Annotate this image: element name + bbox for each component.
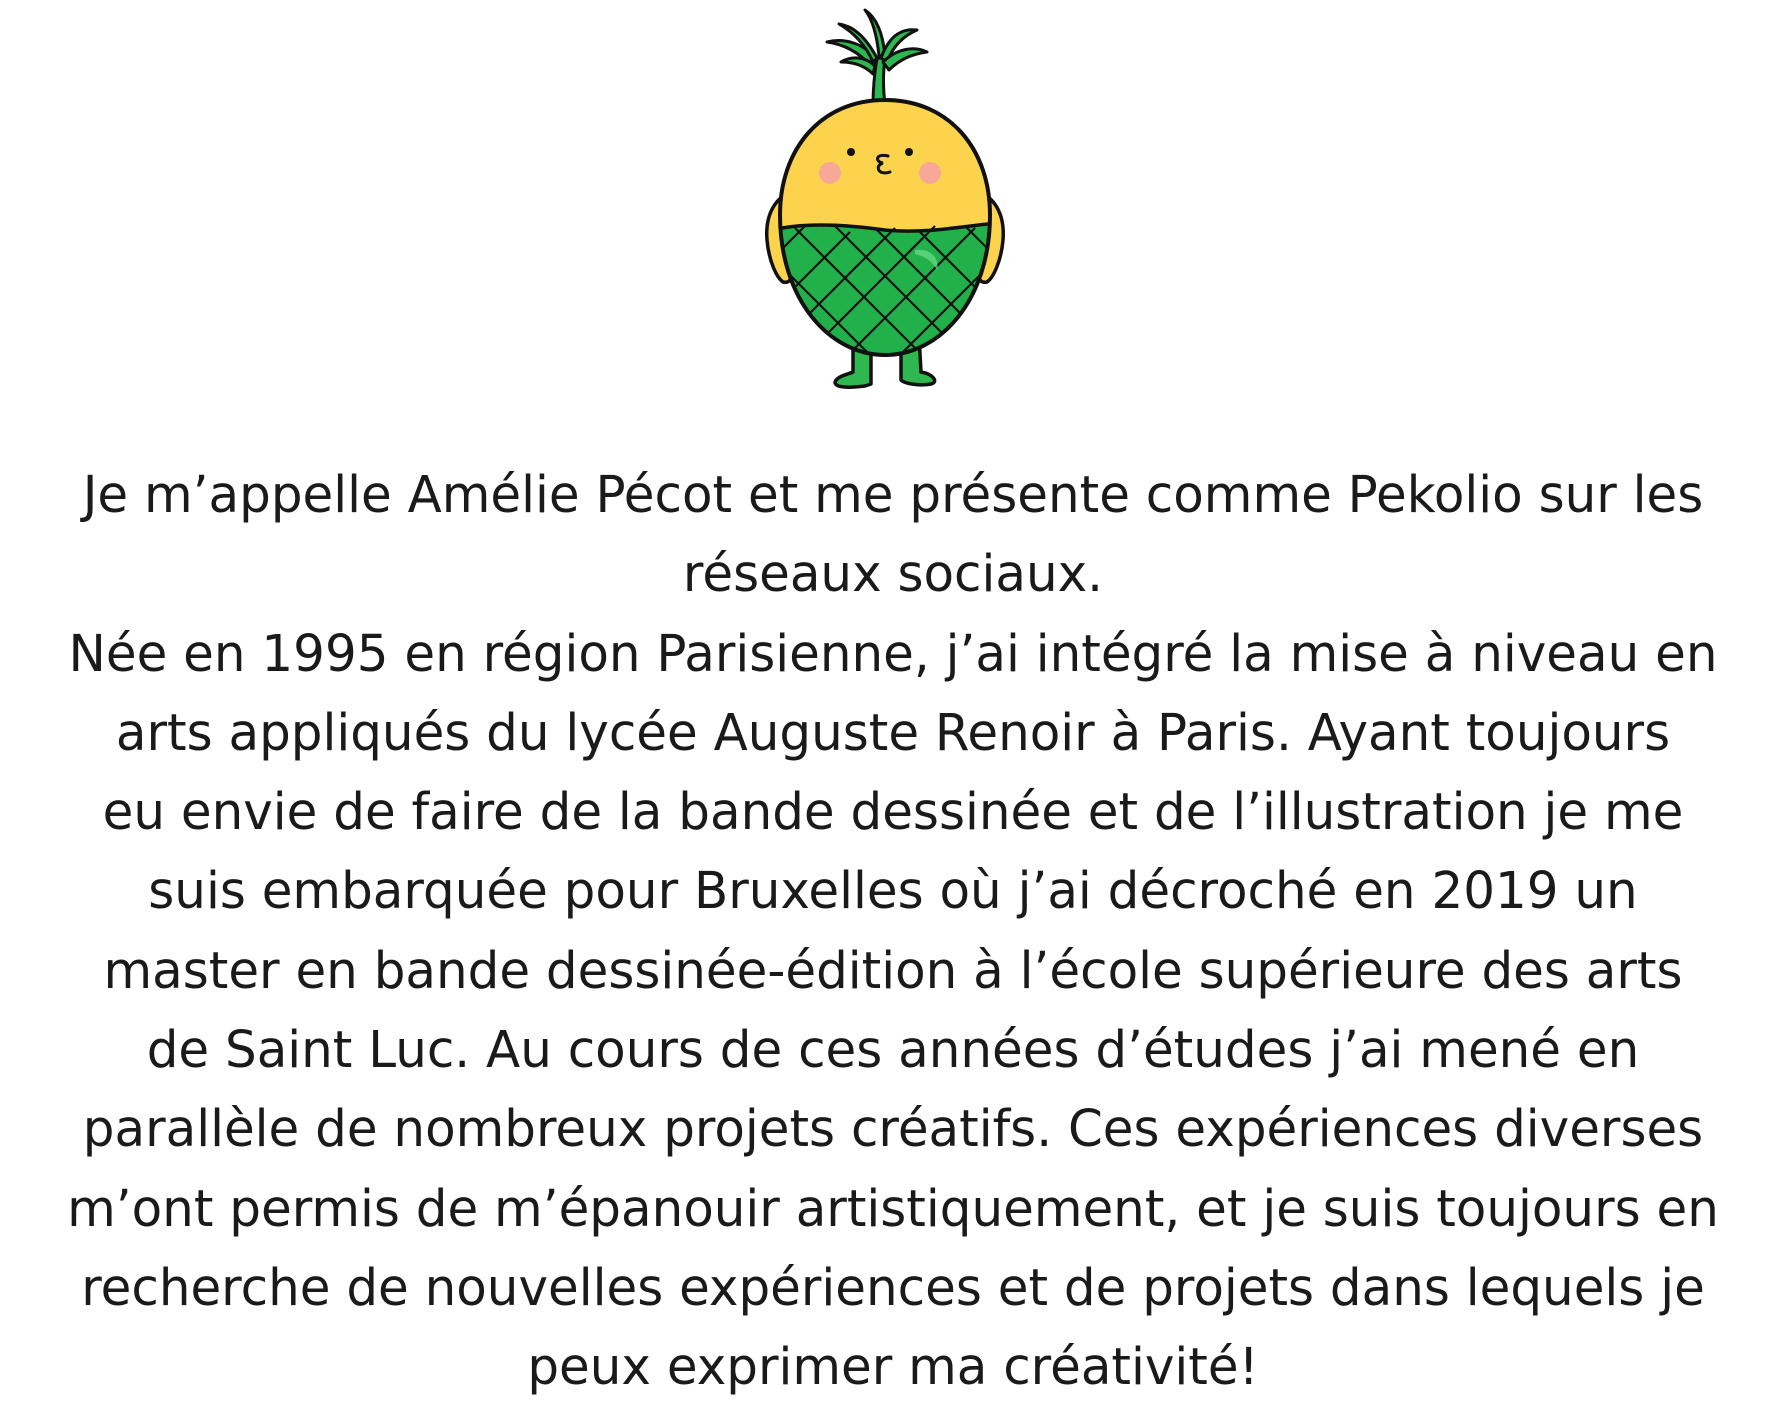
bio-line: réseaux sociaux. — [682, 544, 1104, 604]
about-page: Je m’appelle Amélie Pécot et me présente… — [0, 0, 1786, 1409]
bio-line: Je m’appelle Amélie Pécot et me présente… — [82, 465, 1704, 524]
bio-line: suis embarquée pour Bruxelles où j’ai dé… — [148, 861, 1638, 921]
bio-line: arts appliqués du lycée Auguste Renoir à… — [115, 702, 1671, 762]
bio-line: eu envie de faire de la bande dessinée e… — [102, 782, 1684, 842]
leaves — [825, 8, 929, 107]
bio-text: Je m’appelle Amélie Pécot et me présente… — [0, 455, 1786, 1407]
bio-line: Née en 1995 en région Parisienne, j’ai i… — [68, 623, 1718, 683]
bio-line: de Saint Luc. Au cours de ces années d’é… — [146, 1020, 1640, 1080]
bio-line: peux exprimer ma créativité! — [527, 1337, 1259, 1397]
bio-line: master en bande dessinée-édition à l’éco… — [103, 940, 1683, 1000]
pineapple-character-icon — [725, 0, 1045, 400]
bio-line: m’ont permis de m’épanouir artistiquemen… — [67, 1178, 1719, 1238]
bio-line: recherche de nouvelles expériences et de… — [81, 1257, 1705, 1317]
bio-line: parallèle de nombreux projets créatifs. … — [82, 1099, 1704, 1159]
